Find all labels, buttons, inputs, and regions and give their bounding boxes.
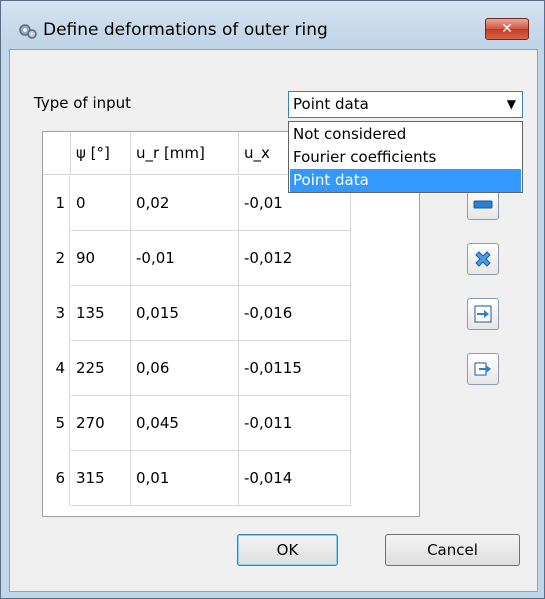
export-button[interactable] xyxy=(467,353,499,385)
option-point-data[interactable]: Point data xyxy=(290,169,521,192)
cell-ur[interactable]: 0,015 xyxy=(131,286,239,341)
row-number: 3 xyxy=(43,286,70,341)
window-title: Define deformations of outer ring xyxy=(43,20,328,40)
export-icon xyxy=(474,362,491,376)
cell-psi[interactable]: 225 xyxy=(71,341,131,396)
table-row[interactable]: 4 225 0,06 -0,0115 xyxy=(43,341,419,396)
cancel-button[interactable]: Cancel xyxy=(385,534,520,566)
table-row[interactable]: 5 270 0,045 -0,011 xyxy=(43,396,419,451)
cell-ur[interactable]: 0,02 xyxy=(131,176,239,231)
cell-psi[interactable]: 270 xyxy=(71,396,131,451)
column-header-ur[interactable]: u_r [mm] xyxy=(131,132,239,175)
option-not-considered[interactable]: Not considered xyxy=(290,123,521,146)
cell-psi[interactable]: 315 xyxy=(71,451,131,506)
cell-ux[interactable]: -0,0115 xyxy=(239,341,351,396)
table-row[interactable]: 6 315 0,01 -0,014 xyxy=(43,451,419,506)
delete-icon xyxy=(475,251,491,267)
row-number: 1 xyxy=(43,176,70,231)
cell-ux[interactable]: -0,014 xyxy=(239,451,351,506)
type-of-input-dropdown-list[interactable]: Not considered Fourier coefficients Poin… xyxy=(288,121,523,193)
delete-all-button[interactable] xyxy=(467,243,499,275)
remove-row-icon xyxy=(473,200,493,209)
type-of-input-label: Type of input xyxy=(34,94,132,112)
cell-ux[interactable]: -0,016 xyxy=(239,286,351,341)
table-row[interactable]: 2 90 -0,01 -0,012 xyxy=(43,231,419,286)
cell-ux[interactable]: -0,011 xyxy=(239,396,351,451)
type-of-input-value: Point data xyxy=(293,95,369,113)
gears-icon xyxy=(19,24,37,39)
column-header-psi[interactable]: ψ [°] xyxy=(71,132,131,175)
cell-ur[interactable]: -0,01 xyxy=(131,231,239,286)
row-number: 6 xyxy=(43,451,70,506)
close-button[interactable]: ✕ xyxy=(485,18,529,40)
table-row[interactable]: 3 135 0,015 -0,016 xyxy=(43,286,419,341)
cell-psi[interactable]: 0 xyxy=(71,176,131,231)
ok-button[interactable]: OK xyxy=(237,534,338,566)
option-fourier-coefficients[interactable]: Fourier coefficients xyxy=(290,146,521,169)
dialog-window: Define deformations of outer ring ✕ Type… xyxy=(0,0,545,599)
cell-psi[interactable]: 90 xyxy=(71,231,131,286)
import-icon xyxy=(474,305,492,323)
import-button[interactable] xyxy=(467,298,499,330)
row-number: 2 xyxy=(43,231,70,286)
title-bar[interactable]: Define deformations of outer ring ✕ xyxy=(1,1,545,49)
type-of-input-select[interactable]: Point data ▼ xyxy=(288,91,523,118)
close-icon: ✕ xyxy=(501,21,513,37)
row-number-header xyxy=(43,132,71,175)
cell-ur[interactable]: 0,06 xyxy=(131,341,239,396)
chevron-down-icon[interactable]: ▼ xyxy=(507,97,516,111)
cell-psi[interactable]: 135 xyxy=(71,286,131,341)
cell-ux[interactable]: -0,012 xyxy=(239,231,351,286)
cell-ur[interactable]: 0,01 xyxy=(131,451,239,506)
cell-ur[interactable]: 0,045 xyxy=(131,396,239,451)
row-number: 4 xyxy=(43,341,70,396)
row-number: 5 xyxy=(43,396,70,451)
